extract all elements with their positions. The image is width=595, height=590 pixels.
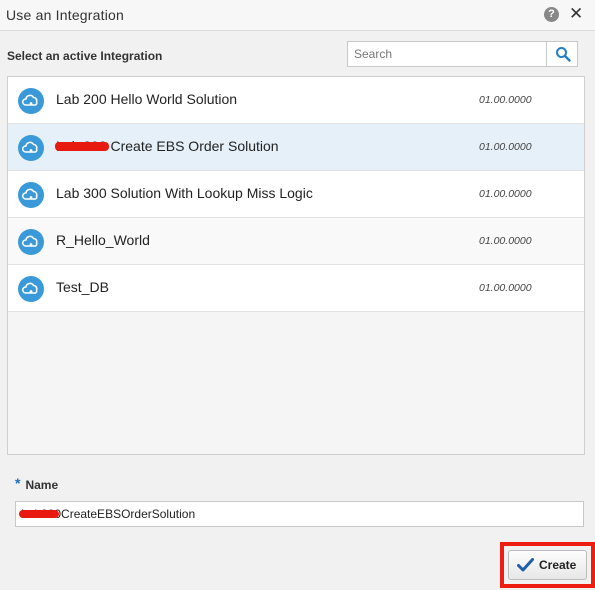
cloud-integration-icon [17, 181, 45, 214]
integration-row-4[interactable]: Test_DB 01.00.0000 [8, 265, 584, 312]
integration-row-1[interactable]: Lab 300 Create EBS Order Solution 01.00.… [8, 124, 584, 171]
integration-name: R_Hello_World [56, 232, 150, 248]
integration-name: Test_DB [56, 279, 109, 295]
close-icon[interactable]: ✕ [569, 4, 583, 24]
cloud-integration-icon [17, 275, 45, 308]
search-input[interactable] [347, 41, 546, 67]
integration-list: Lab 200 Hello World Solution 01.00.0000 … [7, 76, 585, 455]
integration-row-0[interactable]: Lab 200 Hello World Solution 01.00.0000 [8, 77, 584, 124]
name-input[interactable] [15, 501, 584, 527]
integration-version: 01.00.0000 [479, 94, 532, 106]
name-field-label: * Name [15, 475, 59, 492]
redaction-mark [55, 142, 109, 151]
integration-row-2[interactable]: Lab 300 Solution With Lookup Miss Logic … [8, 171, 584, 218]
cloud-integration-icon [17, 228, 45, 261]
create-label: Create [539, 558, 577, 572]
integration-version: 01.00.0000 [479, 282, 532, 294]
required-marker: * [15, 475, 21, 491]
search-icon [555, 46, 571, 67]
integration-name: Lab 200 Hello World Solution [56, 91, 238, 107]
checkmark-icon [517, 558, 534, 577]
create-button[interactable]: Create [508, 550, 587, 580]
search-button[interactable] [546, 41, 578, 67]
cloud-integration-icon [17, 134, 45, 167]
help-icon[interactable]: ? [544, 7, 559, 22]
integration-version: 01.00.0000 [479, 141, 532, 153]
section-label: Select an active Integration [7, 49, 163, 63]
cloud-integration-icon [17, 87, 45, 120]
dialog-title: Use an Integration [6, 7, 125, 23]
integration-version: 01.00.0000 [479, 188, 532, 200]
integration-name: Lab 300 Solution With Lookup Miss Logic [56, 185, 313, 201]
integration-row-3[interactable]: R_Hello_World 01.00.0000 [8, 218, 584, 265]
dialog-titlebar: Use an Integration ? ✕ [0, 0, 595, 31]
name-label-text: Name [25, 478, 59, 492]
redaction-mark [19, 510, 59, 518]
integration-version: 01.00.0000 [479, 235, 532, 247]
